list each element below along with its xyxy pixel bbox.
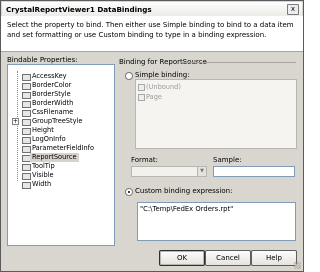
close-button[interactable]: x (287, 4, 299, 15)
databindings-dialog: CrystalReportViewer1 DataBindings x Sele… (0, 0, 304, 272)
resize-grip-icon[interactable] (294, 262, 301, 269)
bindable-properties-label: Bindable Properties: (7, 56, 78, 64)
custom-binding-radio[interactable] (125, 188, 133, 196)
property-item-height[interactable]: Height (32, 126, 54, 135)
property-item-parameterfieldinfo[interactable]: ParameterFieldInfo (32, 144, 94, 153)
bindable-properties-list[interactable]: AccessKey BorderColor BorderStyle Border… (7, 64, 115, 246)
property-item-cssfilename[interactable]: CssFilename (32, 108, 73, 117)
property-item-borderstyle[interactable]: BorderStyle (32, 90, 71, 99)
property-item-grouptreestyle[interactable]: GroupTreeStyle (32, 117, 82, 126)
property-item-borderwidth[interactable]: BorderWidth (32, 99, 73, 108)
property-icon (22, 146, 31, 153)
sample-field (213, 166, 295, 177)
custom-binding-expression-value: "C:\Temp\FedEx Orders.rpt" (140, 205, 234, 213)
page-icon (138, 94, 145, 101)
format-label: Format: (131, 156, 159, 164)
tree-connector (17, 71, 18, 181)
cancel-button[interactable]: Cancel (205, 250, 251, 266)
property-icon (22, 83, 31, 90)
property-icon (22, 110, 31, 117)
simple-binding-radio[interactable] (125, 72, 133, 80)
property-icon (22, 101, 31, 108)
window-title: CrystalReportViewer1 DataBindings (6, 5, 152, 14)
chevron-down-icon: ▼ (197, 167, 206, 176)
description-panel: Select the property to bind. Then either… (1, 16, 303, 52)
property-icon (22, 164, 31, 171)
property-icon (22, 128, 31, 135)
format-select: ▼ (131, 166, 207, 177)
property-item-accesskey[interactable]: AccessKey (32, 72, 67, 81)
property-icon (22, 137, 31, 144)
simple-binding-tree: (Unbound) Page (135, 79, 297, 149)
custom-binding-expression-input[interactable]: "C:\Temp\FedEx Orders.rpt" (137, 202, 296, 241)
property-item-width[interactable]: Width (32, 180, 51, 189)
description-text: Select the property to bind. Then either… (7, 21, 294, 39)
property-icon (22, 173, 31, 180)
ok-button[interactable]: OK (159, 250, 205, 266)
unbound-icon (138, 84, 145, 91)
help-button[interactable]: Help (251, 250, 297, 266)
property-icon (22, 74, 31, 81)
property-icon (22, 182, 31, 189)
tree-item-page: Page (146, 93, 162, 101)
sample-label: Sample: (213, 156, 242, 164)
property-icon (22, 92, 31, 99)
custom-binding-label: Custom binding expression: (135, 187, 233, 195)
group-divider (180, 62, 296, 63)
property-item-reportsource[interactable]: ReportSource (30, 153, 79, 162)
property-item-logoninfo[interactable]: LogOnInfo (32, 135, 66, 144)
property-item-bordercolor[interactable]: BorderColor (32, 81, 71, 90)
simple-binding-label: Simple binding: (135, 71, 190, 79)
property-item-tooltip[interactable]: ToolTip (32, 162, 55, 171)
property-item-visible[interactable]: Visible (32, 171, 54, 180)
title-bar[interactable]: CrystalReportViewer1 DataBindings x (2, 2, 302, 16)
expand-plus-icon[interactable]: + (12, 118, 19, 125)
tree-item-unbound: (Unbound) (146, 83, 181, 91)
property-icon (22, 119, 31, 126)
binding-groupbox: Binding for ReportSource Simple binding:… (119, 58, 297, 244)
